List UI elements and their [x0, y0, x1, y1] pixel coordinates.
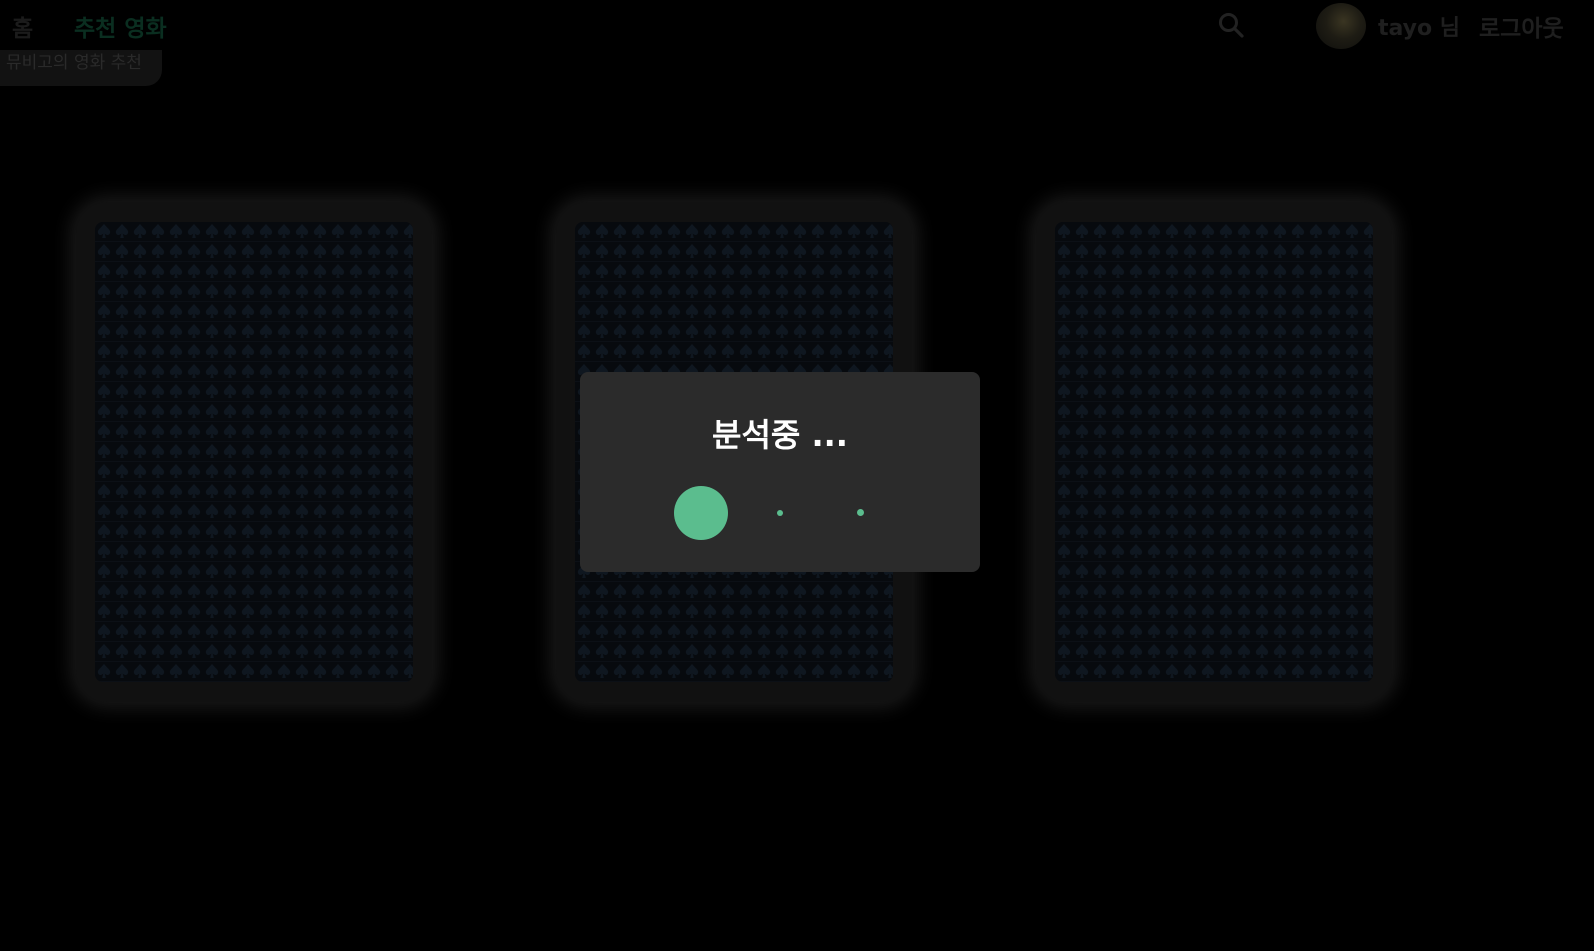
top-nav: 홈 추천 영화 tayo 님 로그아웃 — [0, 0, 1594, 50]
loading-dot-2 — [777, 510, 783, 516]
card-1[interactable] — [76, 202, 432, 702]
search-icon[interactable] — [1218, 12, 1244, 38]
card-back-pattern — [1055, 222, 1373, 682]
loading-title: 분석중 ... — [712, 416, 848, 454]
nav-home-link[interactable]: 홈 — [12, 9, 33, 43]
user-name: tayo 님 — [1378, 16, 1461, 41]
logout-link[interactable]: 로그아웃 — [1479, 9, 1564, 43]
card-back-pattern — [95, 222, 413, 682]
loading-dot-3 — [857, 509, 864, 516]
avatar[interactable] — [1316, 3, 1366, 49]
loading-dot-1 — [674, 486, 728, 540]
card-3[interactable] — [1036, 202, 1392, 702]
nav-recommend-link[interactable]: 추천 영화 — [74, 9, 167, 43]
loading-modal: 분석중 ... — [580, 372, 980, 572]
page: 홈 추천 영화 tayo 님 로그아웃 뮤비고의 영화 추천 분석중 ... — [0, 0, 1594, 951]
recommend-tag: 뮤비고의 영화 추천 — [0, 50, 162, 86]
